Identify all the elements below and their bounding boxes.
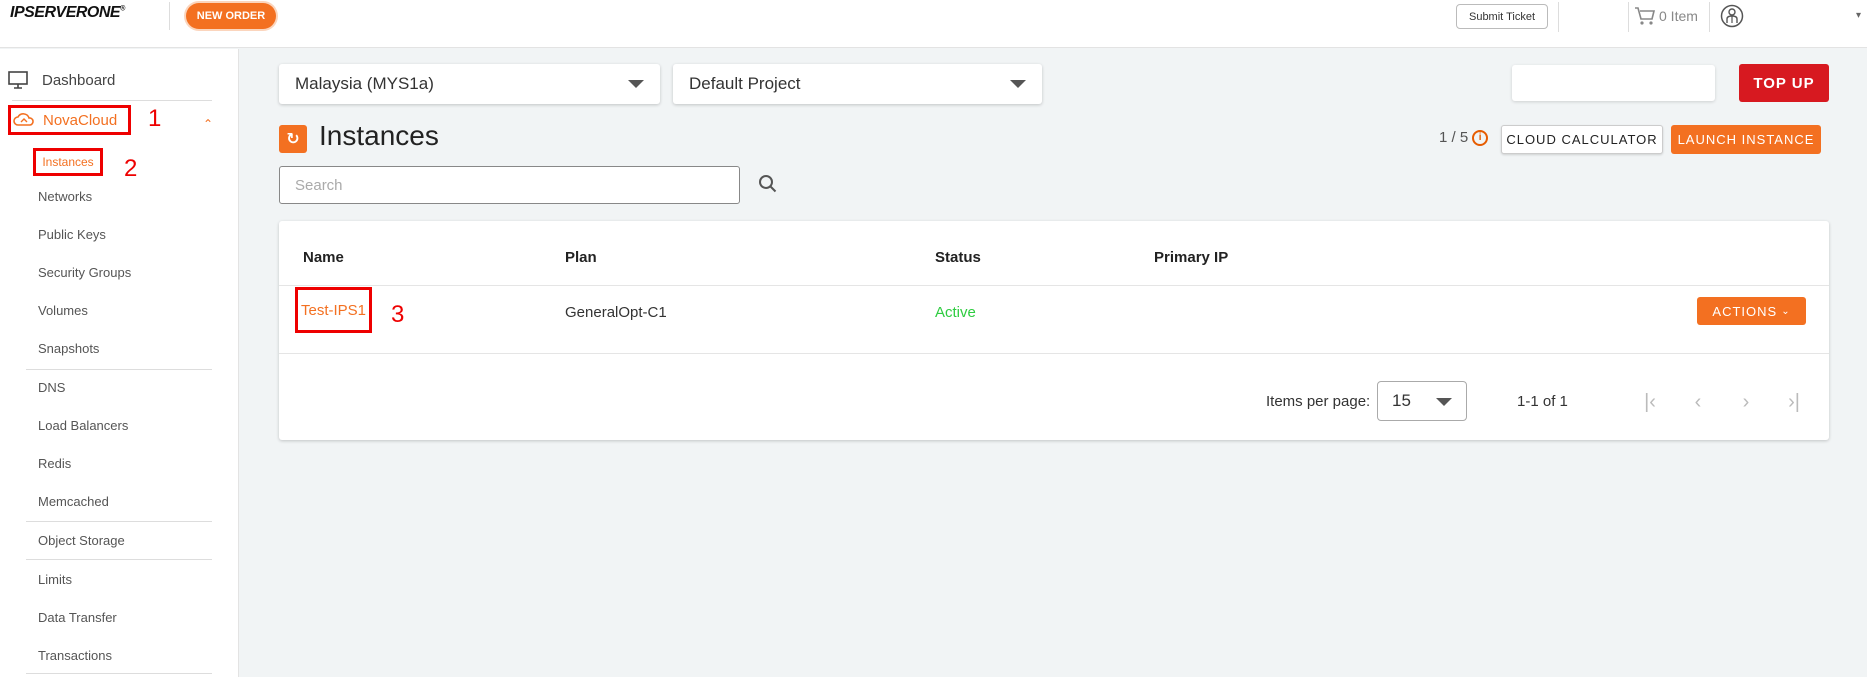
search-icon[interactable]: [758, 174, 778, 194]
sidebar-item-transactions[interactable]: Transactions: [38, 648, 112, 663]
sidebar-item-label: NovaCloud: [43, 111, 118, 129]
instance-plan: GeneralOpt-C1: [565, 304, 667, 321]
sidebar-item-dashboard[interactable]: Dashboard: [8, 71, 115, 89]
sidebar-divider: [12, 100, 212, 101]
cloud-icon: [13, 113, 34, 126]
header-divider: [1709, 2, 1710, 32]
annotation-number: 1: [148, 105, 162, 132]
launch-instance-button[interactable]: LAUNCH INSTANCE: [1671, 125, 1821, 154]
last-page-icon[interactable]: ›|: [1783, 391, 1805, 413]
table-divider: [279, 353, 1829, 354]
monitor-icon: [8, 71, 28, 89]
sidebar-item-label: Dashboard: [42, 71, 116, 89]
sidebar-divider: [26, 673, 212, 674]
sidebar-item-memcached[interactable]: Memcached: [38, 494, 109, 509]
sidebar-item-novacloud[interactable]: NovaCloud: [8, 105, 131, 135]
sidebar-item-volumes[interactable]: Volumes: [38, 303, 88, 318]
cart-icon: [1635, 7, 1656, 25]
column-header-primary-ip: Primary IP: [1154, 249, 1229, 266]
chevron-up-icon[interactable]: ⌃: [203, 117, 213, 131]
sidebar-divider: [26, 559, 212, 560]
ipserverone-logo[interactable]: IPSERVERONE®: [10, 4, 125, 22]
column-header-plan: Plan: [565, 249, 597, 266]
items-per-page-label: Items per page:: [1266, 393, 1371, 410]
chevron-down-icon: ⌄: [1781, 305, 1791, 317]
info-icon[interactable]: i: [1472, 129, 1489, 146]
annotation-number: 2: [124, 155, 138, 182]
items-per-page-select[interactable]: 15: [1377, 381, 1467, 421]
sidebar-item-instances[interactable]: Instances: [33, 148, 103, 176]
first-page-icon[interactable]: |‹: [1639, 391, 1661, 413]
cloud-calculator-button[interactable]: CLOUD CALCULATOR: [1501, 125, 1663, 154]
sidebar-item-dns[interactable]: DNS: [38, 380, 65, 395]
items-per-page-value: 15: [1392, 391, 1411, 410]
column-header-name: Name: [303, 249, 344, 266]
region-select[interactable]: Malaysia (MYS1a): [279, 64, 660, 104]
search-input[interactable]: Search: [279, 166, 740, 204]
table-divider: [279, 285, 1829, 286]
column-header-status: Status: [935, 249, 981, 266]
sidebar-item-object-storage[interactable]: Object Storage: [38, 533, 125, 548]
region-select-value: Malaysia (MYS1a): [295, 74, 434, 93]
instance-quota: 1 / 5 i: [1439, 129, 1489, 146]
previous-page-icon[interactable]: ‹: [1687, 391, 1709, 413]
sidebar-item-redis[interactable]: Redis: [38, 456, 71, 471]
sidebar-item-snapshots[interactable]: Snapshots: [38, 341, 99, 356]
sidebar-divider: [26, 369, 212, 370]
refresh-icon[interactable]: ↻: [279, 125, 307, 153]
page-title: Instances: [319, 120, 439, 151]
balance-field[interactable]: [1512, 65, 1715, 101]
actions-label: ACTIONS: [1712, 303, 1778, 319]
logo-mark: ®: [120, 5, 125, 13]
instance-status: Active: [935, 304, 976, 321]
dropdown-arrow-icon: [628, 80, 644, 88]
account-menu-chevron-icon[interactable]: ▾: [1856, 10, 1861, 21]
sidebar: Dashboard NovaCloud 1 ⌃ Instances 2 Netw…: [0, 49, 239, 677]
top-header: IPSERVERONE® NEW ORDER Submit Ticket 0 I…: [0, 0, 1867, 48]
pagination-range: 1-1 of 1: [1517, 393, 1568, 410]
sidebar-item-data-transfer[interactable]: Data Transfer: [38, 610, 117, 625]
sidebar-item-networks[interactable]: Networks: [38, 189, 92, 204]
header-divider: [1628, 2, 1629, 32]
actions-button[interactable]: ACTIONS ⌄: [1697, 297, 1806, 325]
user-account-icon[interactable]: [1720, 4, 1744, 28]
quota-value: 1 / 5: [1439, 129, 1469, 146]
submit-ticket-button[interactable]: Submit Ticket: [1456, 4, 1548, 29]
sidebar-item-limits[interactable]: Limits: [38, 572, 72, 587]
project-select[interactable]: Default Project: [673, 64, 1042, 104]
project-select-value: Default Project: [689, 74, 801, 93]
header-divider: [169, 2, 170, 30]
sidebar-divider: [26, 521, 212, 522]
instance-name-link[interactable]: Test-IPS1: [295, 287, 372, 333]
cart-label: 0 Item: [1659, 8, 1698, 24]
new-order-button[interactable]: NEW ORDER: [186, 3, 276, 29]
sidebar-item-load-balancers[interactable]: Load Balancers: [38, 418, 128, 433]
next-page-icon[interactable]: ›: [1735, 391, 1757, 413]
annotation-number: 3: [391, 301, 405, 328]
logo-text: IPSERVERONE: [10, 4, 121, 21]
instances-table: Name Plan Status Primary IP Test-IPS1 3 …: [279, 221, 1829, 440]
header-divider: [1558, 2, 1559, 32]
cart-button[interactable]: 0 Item: [1634, 6, 1698, 26]
dropdown-arrow-icon: [1436, 398, 1452, 406]
dropdown-arrow-icon: [1010, 80, 1026, 88]
sidebar-item-security-groups[interactable]: Security Groups: [38, 265, 131, 280]
top-up-button[interactable]: TOP UP: [1739, 64, 1829, 102]
sidebar-item-public-keys[interactable]: Public Keys: [38, 227, 106, 242]
